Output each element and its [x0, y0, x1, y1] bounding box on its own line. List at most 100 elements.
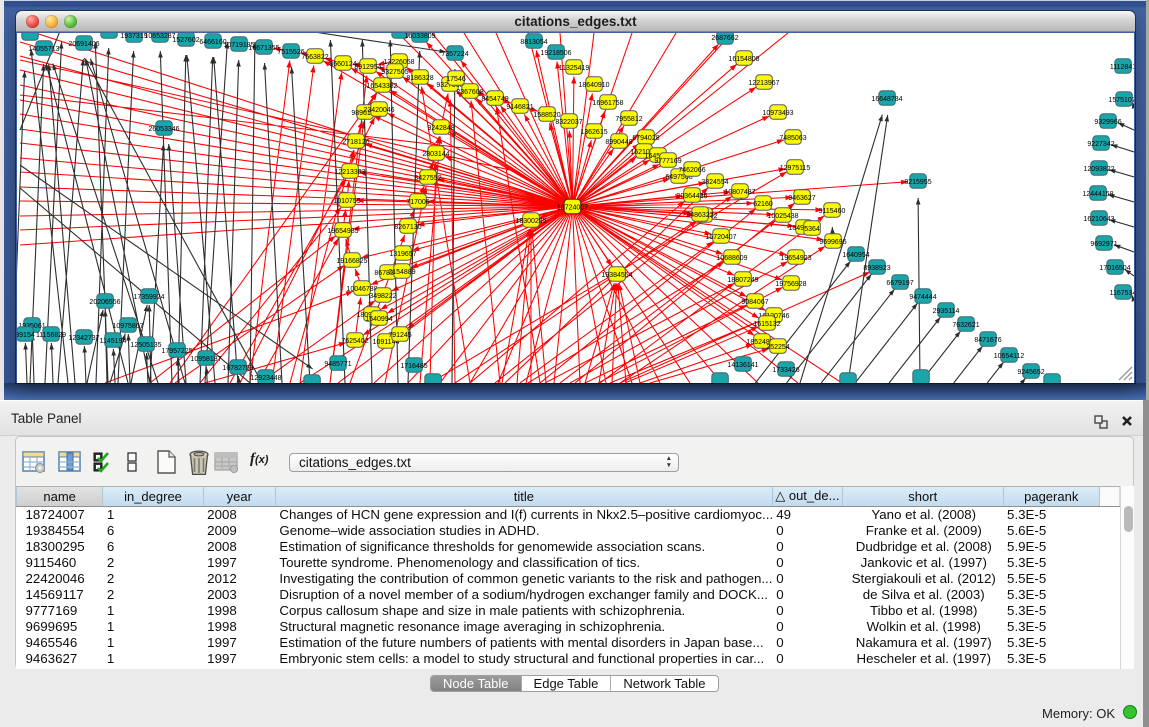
svg-text:9699695: 9699695	[819, 239, 846, 246]
svg-text:23420046: 23420046	[363, 107, 394, 114]
svg-text:8660124: 8660124	[329, 61, 356, 68]
svg-text:6794028: 6794028	[632, 135, 659, 142]
svg-text:18807249: 18807249	[727, 277, 758, 284]
svg-text:19654985: 19654985	[327, 228, 358, 235]
svg-text:16210643: 16210643	[1083, 216, 1114, 223]
svg-text:9146821: 9146821	[506, 104, 533, 111]
svg-text:1733426: 1733426	[772, 367, 799, 374]
svg-text:2687662: 2687662	[711, 35, 738, 42]
svg-text:17359924: 17359924	[133, 294, 164, 301]
svg-text:9692971: 9692971	[1090, 241, 1117, 248]
svg-text:10046788: 10046788	[346, 286, 377, 293]
svg-text:7663822: 7663822	[301, 54, 328, 61]
svg-text:14136141: 14136141	[727, 362, 758, 369]
svg-text:20691406: 20691406	[68, 41, 99, 48]
svg-text:9485771: 9485771	[324, 361, 351, 368]
svg-text:16961758: 16961758	[592, 100, 623, 107]
svg-text:10688609: 10688609	[716, 255, 747, 262]
svg-text:11156829: 11156829	[36, 332, 66, 339]
svg-text:12213967: 12213967	[748, 80, 779, 87]
svg-text:11325419: 11325419	[559, 65, 590, 72]
svg-text:19654923: 19654923	[780, 255, 811, 262]
svg-text:18300295: 18300295	[515, 218, 546, 225]
svg-text:18640910: 18640910	[578, 82, 609, 89]
svg-text:717006: 717006	[406, 199, 429, 206]
svg-text:3824554: 3824554	[701, 179, 728, 186]
svg-text:1640994: 1640994	[365, 316, 392, 323]
svg-text:2803144: 2803144	[422, 151, 449, 158]
svg-text:19166825: 19166825	[336, 258, 367, 265]
svg-text:1588520: 1588520	[533, 112, 560, 119]
svg-text:8215955: 8215955	[904, 179, 931, 186]
svg-text:10973493: 10973493	[762, 110, 793, 117]
svg-text:16154808: 16154808	[728, 56, 759, 63]
svg-text:9115460: 9115460	[819, 208, 846, 215]
svg-text:6679197: 6679197	[886, 280, 913, 287]
svg-text:12342737: 12342737	[68, 335, 99, 342]
svg-text:19384554: 19384554	[601, 272, 632, 279]
svg-text:1615132: 1615132	[753, 321, 780, 328]
svg-text:20206556: 20206556	[89, 299, 120, 306]
svg-text:1362615: 1362615	[580, 129, 607, 136]
svg-text:17016504: 17016504	[1099, 265, 1130, 272]
svg-text:8427552: 8427552	[414, 175, 441, 182]
svg-text:20364436: 20364436	[676, 193, 707, 200]
svg-text:12213383: 12213383	[334, 169, 365, 176]
svg-text:10653287: 10653287	[144, 33, 175, 40]
svg-text:9327505: 9327505	[381, 69, 408, 76]
svg-text:7625402: 7625402	[341, 338, 368, 345]
svg-text:16543382: 16543382	[366, 83, 397, 90]
svg-text:9242848: 9242848	[427, 125, 454, 132]
svg-text:8267130: 8267130	[394, 224, 421, 231]
svg-text:2154889: 2154889	[388, 269, 415, 276]
svg-text:7485063: 7485063	[779, 135, 806, 142]
svg-text:9227342: 9227342	[1087, 141, 1114, 148]
svg-text:16671355: 16671355	[248, 45, 279, 52]
svg-text:5364: 5364	[804, 226, 820, 233]
svg-text:15751074: 15751074	[1108, 97, 1134, 104]
svg-text:1112841: 1112841	[1110, 64, 1134, 71]
svg-text:1145194: 1145194	[100, 338, 127, 345]
svg-text:16648784: 16648784	[871, 96, 902, 103]
svg-text:16033809: 16033809	[404, 33, 435, 40]
svg-text:12093822: 12093822	[1083, 166, 1114, 173]
svg-text:2718126: 2718126	[342, 139, 369, 146]
svg-text:10958187: 10958187	[190, 356, 221, 363]
svg-text:1167534: 1167534	[1110, 290, 1134, 297]
svg-text:8454749: 8454749	[481, 96, 508, 103]
svg-text:9474444: 9474444	[909, 294, 936, 301]
svg-text:10025438: 10025438	[767, 213, 798, 220]
svg-text:8912954: 8912954	[354, 64, 381, 71]
svg-text:2367608: 2367608	[456, 89, 483, 96]
svg-text:14055713: 14055713	[28, 46, 59, 53]
svg-text:2935114: 2935114	[933, 308, 960, 315]
svg-text:252254: 252254	[766, 344, 789, 351]
svg-text:7462066: 7462066	[678, 167, 705, 174]
svg-text:8486322: 8486322	[686, 212, 713, 219]
svg-text:10807487: 10807487	[724, 189, 755, 196]
svg-text:8322037: 8322037	[555, 119, 582, 126]
svg-text:8813054: 8813054	[520, 39, 547, 46]
svg-text:15720407: 15720407	[705, 234, 736, 241]
svg-text:26053346: 26053346	[148, 126, 179, 133]
svg-text:17546: 17546	[446, 76, 466, 83]
svg-text:18724007: 18724007	[557, 204, 588, 211]
svg-text:12444158: 12444158	[1082, 191, 1113, 198]
svg-text:9463627: 9463627	[788, 195, 815, 202]
svg-text:12975115: 12975115	[780, 165, 811, 172]
svg-text:9329966: 9329966	[1094, 119, 1121, 126]
svg-text:10975867: 10975867	[112, 323, 143, 330]
svg-text:17957225: 17957225	[161, 348, 192, 355]
svg-text:8990448: 8990448	[605, 139, 632, 146]
svg-text:9245652: 9245652	[1017, 369, 1044, 376]
svg-text:19756928: 19756928	[775, 281, 806, 288]
svg-text:791245: 791245	[388, 332, 411, 339]
svg-text:8938923: 8938923	[863, 265, 890, 272]
svg-text:19218506: 19218506	[540, 50, 571, 57]
svg-text:12923448: 12923448	[250, 375, 281, 382]
svg-text:10654112: 10654112	[994, 353, 1025, 360]
svg-text:16782759: 16782759	[222, 365, 253, 372]
svg-text:1010755: 1010755	[333, 198, 360, 205]
svg-text:1319657: 1319657	[389, 251, 416, 258]
svg-text:7357224: 7357224	[441, 51, 468, 58]
